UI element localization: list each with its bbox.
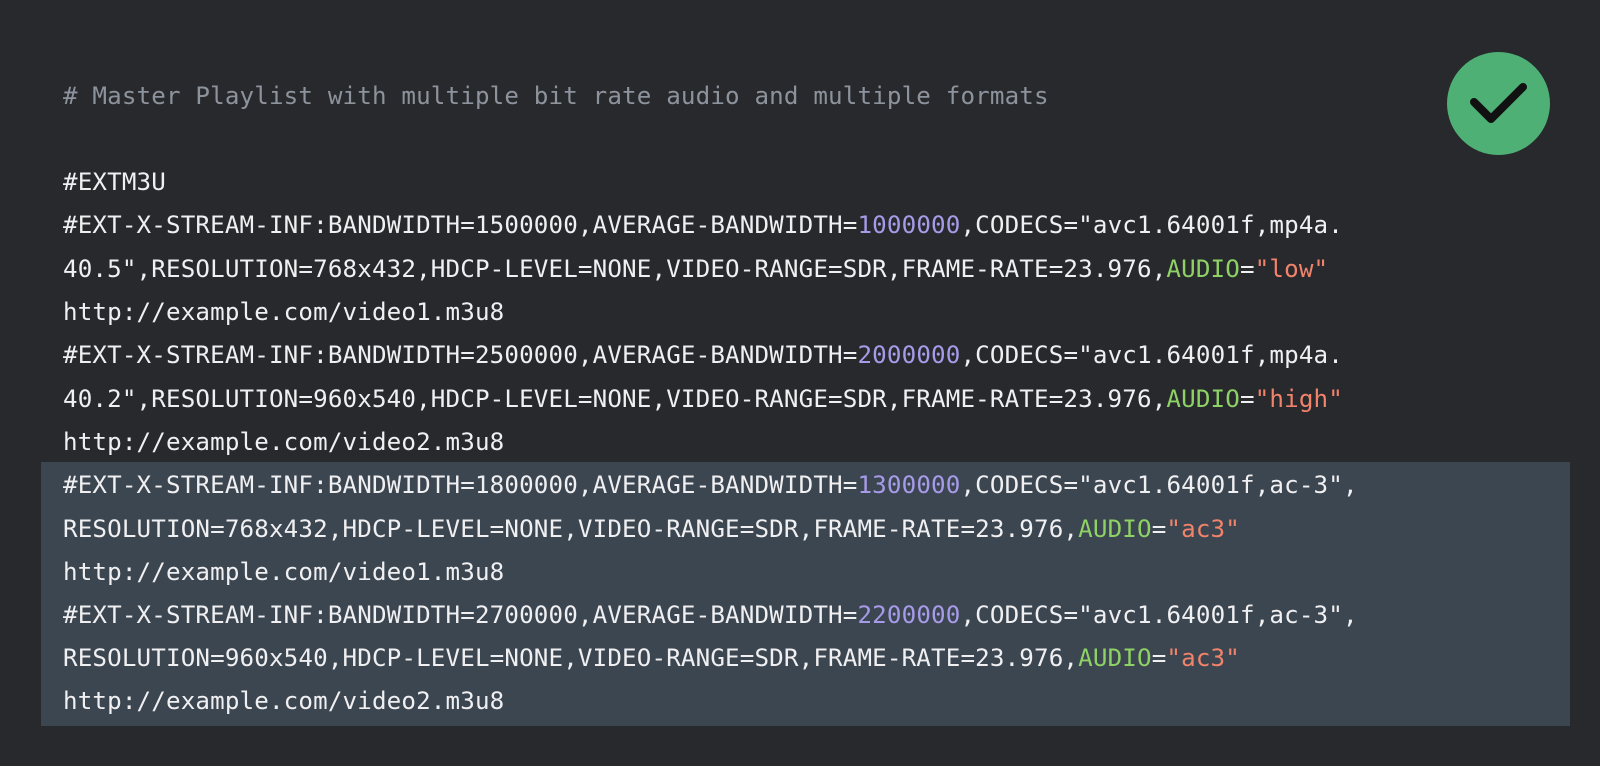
code-line: 40.2",RESOLUTION=960x540,HDCP-LEVEL=NONE…	[63, 378, 1343, 421]
code-attribute-token: AUDIO	[1078, 644, 1152, 672]
code-number-token: 1300000	[857, 471, 961, 499]
code-line: 40.5",RESOLUTION=768x432,HDCP-LEVEL=NONE…	[63, 248, 1328, 291]
code-token: 40.2",RESOLUTION=960x540,HDCP-LEVEL=NONE…	[63, 385, 1167, 413]
code-url-line: http://example.com/video1.m3u8	[63, 558, 505, 586]
code-line: #EXTM3U	[63, 168, 166, 196]
code-line: #EXT-X-STREAM-INF:BANDWIDTH=2700000,AVER…	[63, 594, 1358, 637]
code-url-line: http://example.com/video2.m3u8	[63, 687, 505, 715]
code-string-token: "ac3"	[1166, 515, 1240, 543]
code-url-line: http://example.com/video1.m3u8	[63, 298, 505, 326]
code-line: #EXT-X-STREAM-INF:BANDWIDTH=1500000,AVER…	[63, 204, 1343, 247]
code-token: 40.5",RESOLUTION=768x432,HDCP-LEVEL=NONE…	[63, 255, 1167, 283]
code-token: #EXT-X-STREAM-INF:BANDWIDTH=1500000,AVER…	[63, 211, 858, 239]
code-panel: # Master Playlist with multiple bit rate…	[0, 0, 1600, 766]
code-token: ,CODECS="avc1.64001f,ac-3",	[960, 471, 1358, 499]
code-line: RESOLUTION=960x540,HDCP-LEVEL=NONE,VIDEO…	[63, 637, 1240, 680]
code-number-token: 1000000	[857, 211, 961, 239]
code-token: ,CODECS="avc1.64001f,mp4a.	[960, 211, 1343, 239]
code-attribute-token: AUDIO	[1166, 255, 1240, 283]
code-token: #EXT-X-STREAM-INF:BANDWIDTH=2500000,AVER…	[63, 341, 858, 369]
code-token: ,CODECS="avc1.64001f,mp4a.	[960, 341, 1343, 369]
code-number-token: 2200000	[857, 601, 961, 629]
code-line: #EXT-X-STREAM-INF:BANDWIDTH=1800000,AVER…	[63, 464, 1358, 507]
code-line: #EXT-X-STREAM-INF:BANDWIDTH=2500000,AVER…	[63, 334, 1343, 377]
success-badge	[1447, 52, 1550, 155]
code-string-token: "high"	[1254, 385, 1343, 413]
code-token: ,CODECS="avc1.64001f,ac-3",	[960, 601, 1358, 629]
code-token: =	[1239, 255, 1255, 283]
code-attribute-token: AUDIO	[1078, 515, 1152, 543]
code-token: RESOLUTION=960x540,HDCP-LEVEL=NONE,VIDEO…	[63, 644, 1079, 672]
code-number-token: 2000000	[857, 341, 961, 369]
code-token: =	[1151, 644, 1167, 672]
code-url-line: http://example.com/video2.m3u8	[63, 428, 505, 456]
code-comment-line: # Master Playlist with multiple bit rate…	[63, 82, 1049, 110]
code-token: =	[1151, 515, 1167, 543]
code-string-token: "ac3"	[1166, 644, 1240, 672]
check-icon	[1470, 83, 1527, 123]
code-line: RESOLUTION=768x432,HDCP-LEVEL=NONE,VIDEO…	[63, 508, 1240, 551]
code-string-token: "low"	[1254, 255, 1329, 283]
code-token: #EXT-X-STREAM-INF:BANDWIDTH=1800000,AVER…	[63, 471, 858, 499]
code-token: RESOLUTION=768x432,HDCP-LEVEL=NONE,VIDEO…	[63, 515, 1079, 543]
code-token: #EXT-X-STREAM-INF:BANDWIDTH=2700000,AVER…	[63, 601, 858, 629]
code-attribute-token: AUDIO	[1166, 385, 1240, 413]
code-token: =	[1239, 385, 1255, 413]
